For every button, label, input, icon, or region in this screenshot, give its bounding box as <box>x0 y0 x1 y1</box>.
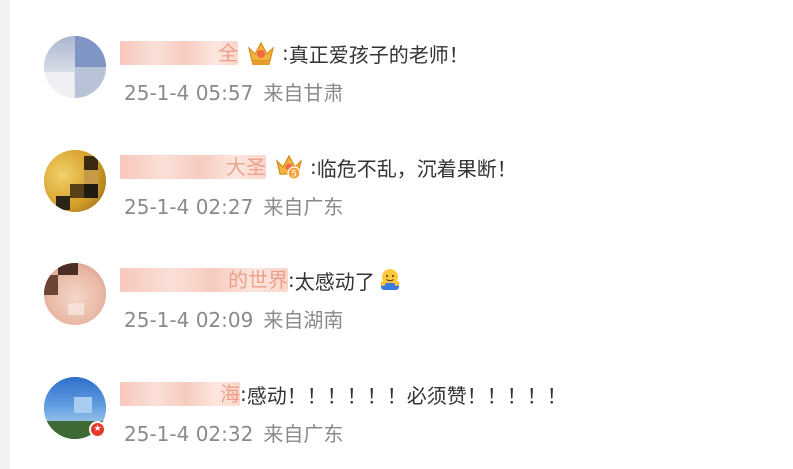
username-link[interactable]: 全 <box>120 41 238 65</box>
comment-text: 感动！！！！！！必须赞！！！！！ <box>246 383 567 408</box>
location: 来自湖南 <box>263 308 344 332</box>
location: 来自广东 <box>263 422 344 446</box>
crown-badge-icon[interactable] <box>246 39 276 67</box>
avatar[interactable] <box>44 263 106 325</box>
crown-level-5-icon[interactable]: 5 <box>274 153 304 181</box>
comment-line: 的世界 : 太感动了 <box>120 265 402 295</box>
username-link[interactable]: 的世界 <box>120 268 288 292</box>
comment-text: 真正爱孩子的老师！ <box>288 42 469 67</box>
avatar[interactable] <box>44 36 106 98</box>
separator: : <box>310 155 317 179</box>
comment-line: 大圣 5 : 临危不乱，沉着果断！ <box>120 152 517 182</box>
comment-item: ★ 海 : 感动！！！！！！必须赞！！！！！ 25-1-4 02:32 来自广东 <box>44 377 784 467</box>
comment-text: 临危不乱，沉着果断！ <box>316 156 517 181</box>
comment-meta: 25-1-4 02:09 来自湖南 <box>124 304 343 333</box>
comment-meta: 25-1-4 05:57 来自甘肃 <box>124 77 343 106</box>
comment-meta: 25-1-4 02:27 来自广东 <box>124 191 343 220</box>
hug-emoji-icon <box>378 268 402 292</box>
location: 来自甘肃 <box>263 81 344 105</box>
timestamp: 25-1-4 02:09 <box>124 308 254 332</box>
comment-item: 大圣 5 : 临危不乱，沉着果断！ 25-1-4 02:27 来自广东 <box>44 150 784 240</box>
timestamp: 25-1-4 05:57 <box>124 81 254 105</box>
comment-line: 全 : 真正爱孩子的老师！ <box>120 38 469 68</box>
timestamp: 25-1-4 02:27 <box>124 195 254 219</box>
separator: : <box>282 41 289 65</box>
location: 来自广东 <box>263 195 344 219</box>
username-link[interactable]: 大圣 <box>120 155 266 179</box>
comment-line: 海 : 感动！！！！！！必须赞！！！！！ <box>120 379 567 409</box>
svg-text:5: 5 <box>291 170 297 180</box>
avatar[interactable] <box>44 150 106 212</box>
comment-item: 全 : 真正爱孩子的老师！ 25-1-4 05:57 来自甘肃 <box>44 36 784 126</box>
username-link[interactable]: 海 <box>120 382 240 406</box>
verified-badge-icon: ★ <box>89 421 106 438</box>
timestamp: 25-1-4 02:32 <box>124 422 254 446</box>
comment-item: 的世界 : 太感动了 25-1-4 02:09 来自湖南 <box>44 263 784 353</box>
comment-meta: 25-1-4 02:32 来自广东 <box>124 418 343 447</box>
side-panel-strip <box>0 0 10 469</box>
comment-text: 太感动了 <box>294 269 375 294</box>
separator: : <box>240 382 247 406</box>
separator: : <box>288 268 295 292</box>
